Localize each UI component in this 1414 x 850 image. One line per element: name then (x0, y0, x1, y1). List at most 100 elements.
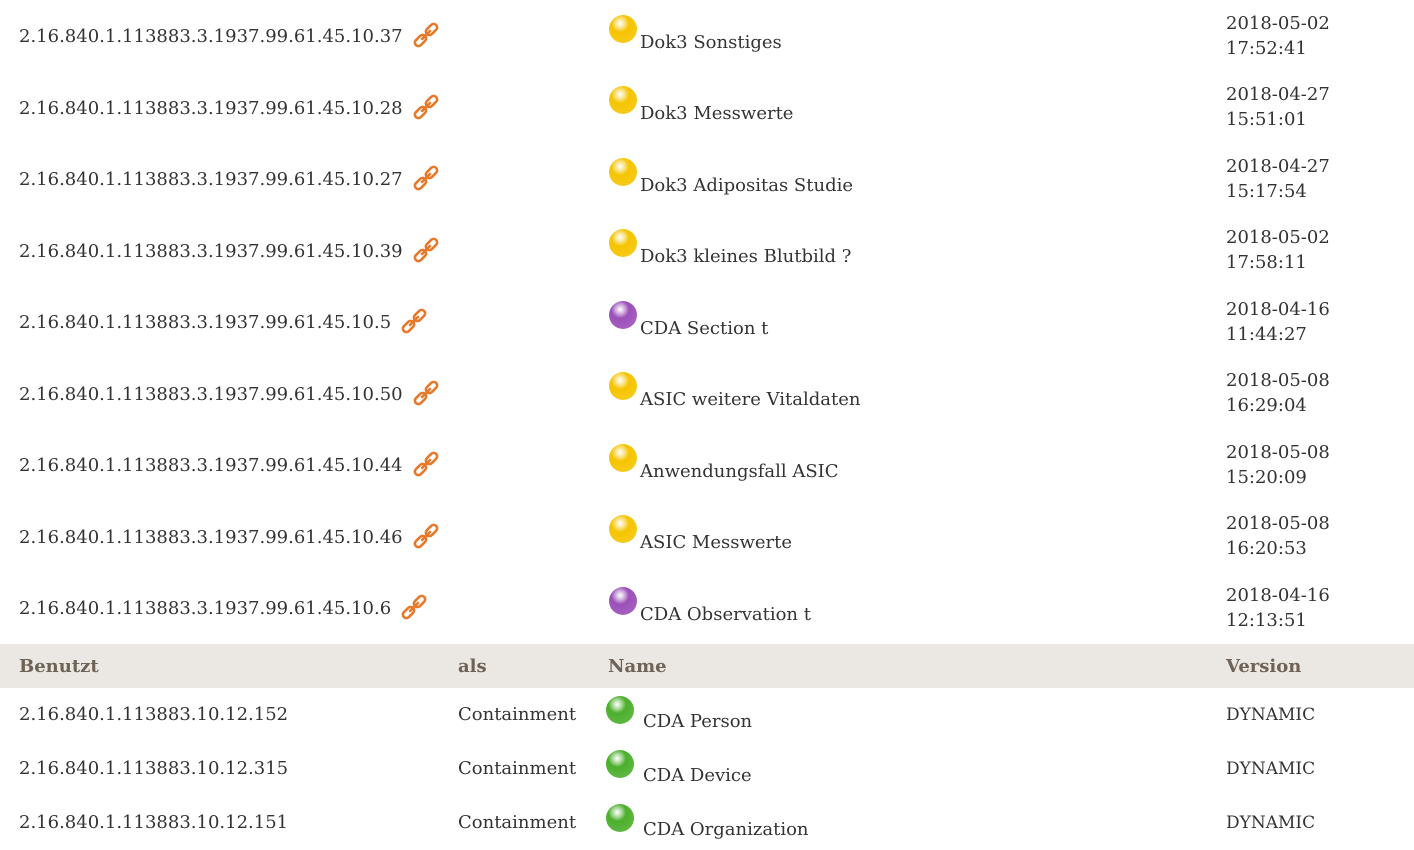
status-ball-icon (608, 300, 638, 335)
column-header-benutzt: Benutzt (19, 656, 99, 677)
used-name-wrap: CDA Person (605, 693, 1222, 737)
template-name-wrap: Anwendungsfall ASIC (608, 443, 1222, 487)
template-name[interactable]: Dok3 Sonstiges (640, 32, 782, 53)
version: DYNAMIC (1226, 812, 1316, 833)
status-ball-icon (608, 85, 638, 120)
template-id: 2.16.840.1.113883.3.1937.99.61.45.10.39 (19, 240, 403, 262)
template-id: 2.16.840.1.113883.3.1937.99.61.45.10.37 (19, 26, 403, 48)
effective-date: 2018-04-16 (1226, 584, 1330, 606)
status-ball-icon (608, 228, 638, 263)
effective-date-cell: 2018-05-08 15:20:09 (1222, 429, 1414, 501)
status-ball-icon (605, 803, 635, 838)
template-id-cell: 2.16.840.1.113883.3.1937.99.61.45.10.27 (0, 143, 450, 215)
template-name[interactable]: CDA Section t (640, 318, 768, 339)
template-id: 2.16.840.1.113883.3.1937.99.61.45.10.44 (19, 455, 403, 477)
template-id-cell: 2.16.840.1.113883.3.1937.99.61.45.10.37 (0, 0, 450, 72)
template-name-cell: ASIC weitere Vitaldaten (602, 358, 1222, 430)
empty-cell (450, 0, 602, 72)
effective-time: 12:13:51 (1226, 609, 1307, 631)
used-template-name[interactable]: CDA Person (643, 711, 752, 732)
template-name[interactable]: Dok3 Adipositas Studie (640, 175, 853, 196)
link-icon[interactable] (413, 523, 439, 554)
status-ball-icon (608, 443, 638, 478)
relationship-cell: Containment (450, 796, 602, 850)
effective-date-cell: 2018-04-27 15:51:01 (1222, 72, 1414, 144)
template-name-cell: Dok3 Messwerte (602, 72, 1222, 144)
template-name-wrap: Dok3 kleines Blutbild ? (608, 228, 1222, 272)
column-header-name: Name (608, 656, 667, 677)
template-name-cell: Dok3 Sonstiges (602, 0, 1222, 72)
template-name[interactable]: Dok3 Messwerte (640, 103, 793, 124)
template-name-cell: CDA Observation t (602, 572, 1222, 644)
used-name-cell: CDA Person (602, 688, 1222, 742)
table-row: 2.16.840.1.113883.3.1937.99.61.45.10.37 D… (0, 0, 1414, 72)
template-name-wrap: Dok3 Adipositas Studie (608, 157, 1222, 201)
effective-time: 11:44:27 (1226, 323, 1307, 345)
used-template-id: 2.16.840.1.113883.10.12.151 (19, 812, 289, 833)
version-cell: DYNAMIC (1222, 796, 1414, 850)
column-header-version: Version (1226, 656, 1302, 677)
template-id-cell: 2.16.840.1.113883.3.1937.99.61.45.10.39 (0, 215, 450, 287)
used-template-name[interactable]: CDA Organization (643, 819, 809, 840)
relationship-type: Containment (458, 758, 577, 779)
link-icon[interactable] (413, 451, 439, 482)
table-row: 2.16.840.1.113883.3.1937.99.61.45.10.50 A… (0, 358, 1414, 430)
template-name-wrap: ASIC weitere Vitaldaten (608, 371, 1222, 415)
template-name[interactable]: ASIC weitere Vitaldaten (640, 389, 861, 410)
effective-time: 15:17:54 (1226, 180, 1307, 202)
effective-time: 15:20:09 (1226, 466, 1307, 488)
template-name[interactable]: Dok3 kleines Blutbild ? (640, 246, 851, 267)
empty-cell (450, 572, 602, 644)
link-icon[interactable] (413, 94, 439, 125)
table-row: 2.16.840.1.113883.3.1937.99.61.45.10.5 CD… (0, 286, 1414, 358)
effective-date: 2018-05-08 (1226, 441, 1330, 463)
effective-date: 2018-05-02 (1226, 227, 1330, 249)
table-row: 2.16.840.1.113883.3.1937.99.61.45.10.28 D… (0, 72, 1414, 144)
effective-date: 2018-05-08 (1226, 370, 1330, 392)
effective-date-cell: 2018-05-02 17:52:41 (1222, 0, 1414, 72)
template-name-wrap: Dok3 Sonstiges (608, 14, 1222, 58)
template-name-wrap: Dok3 Messwerte (608, 85, 1222, 129)
empty-cell (450, 143, 602, 215)
template-name[interactable]: CDA Observation t (640, 604, 811, 625)
empty-cell (450, 72, 602, 144)
table-row: 2.16.840.1.113883.3.1937.99.61.45.10.39 D… (0, 215, 1414, 287)
template-name-wrap: CDA Section t (608, 300, 1222, 344)
effective-time: 15:51:01 (1226, 109, 1307, 131)
empty-cell (450, 429, 602, 501)
template-id: 2.16.840.1.113883.3.1937.99.61.45.10.28 (19, 97, 403, 119)
table-row: 2.16.840.1.113883.3.1937.99.61.45.10.6 CD… (0, 572, 1414, 644)
effective-date-cell: 2018-05-08 16:29:04 (1222, 358, 1414, 430)
used-template-id: 2.16.840.1.113883.10.12.315 (19, 758, 289, 779)
link-icon[interactable] (413, 380, 439, 411)
status-ball-icon (608, 157, 638, 192)
link-icon[interactable] (401, 594, 427, 625)
used-id-cell: 2.16.840.1.113883.10.12.151 (0, 796, 450, 850)
table-row: 2.16.840.1.113883.10.12.152 Containment CD… (0, 688, 1414, 742)
template-name[interactable]: Anwendungsfall ASIC (640, 461, 839, 482)
effective-date: 2018-05-08 (1226, 513, 1330, 535)
used-name-wrap: CDA Device (605, 747, 1222, 791)
version-cell: DYNAMIC (1222, 742, 1414, 796)
relationship-type: Containment (458, 704, 577, 725)
link-icon[interactable] (401, 308, 427, 339)
template-id: 2.16.840.1.113883.3.1937.99.61.45.10.46 (19, 526, 403, 548)
used-template-name[interactable]: CDA Device (643, 765, 752, 786)
template-id-cell: 2.16.840.1.113883.3.1937.99.61.45.10.28 (0, 72, 450, 144)
relationship-cell: Containment (450, 742, 602, 796)
template-name-wrap: CDA Observation t (608, 586, 1222, 630)
table-row: 2.16.840.1.113883.3.1937.99.61.45.10.46 A… (0, 501, 1414, 573)
version-cell: DYNAMIC (1222, 688, 1414, 742)
uses-section: Benutzt als Name Version (0, 643, 1414, 688)
template-name[interactable]: ASIC Messwerte (640, 532, 792, 553)
table-row: 2.16.840.1.113883.3.1937.99.61.45.10.27 D… (0, 143, 1414, 215)
template-name-cell: ASIC Messwerte (602, 501, 1222, 573)
link-icon[interactable] (413, 237, 439, 268)
link-icon[interactable] (413, 165, 439, 196)
link-icon[interactable] (413, 22, 439, 53)
template-name-cell: Dok3 kleines Blutbild ? (602, 215, 1222, 287)
effective-date: 2018-04-27 (1226, 84, 1330, 106)
template-name-cell: CDA Section t (602, 286, 1222, 358)
status-ball-icon (605, 695, 635, 730)
template-id: 2.16.840.1.113883.3.1937.99.61.45.10.5 (19, 312, 392, 334)
